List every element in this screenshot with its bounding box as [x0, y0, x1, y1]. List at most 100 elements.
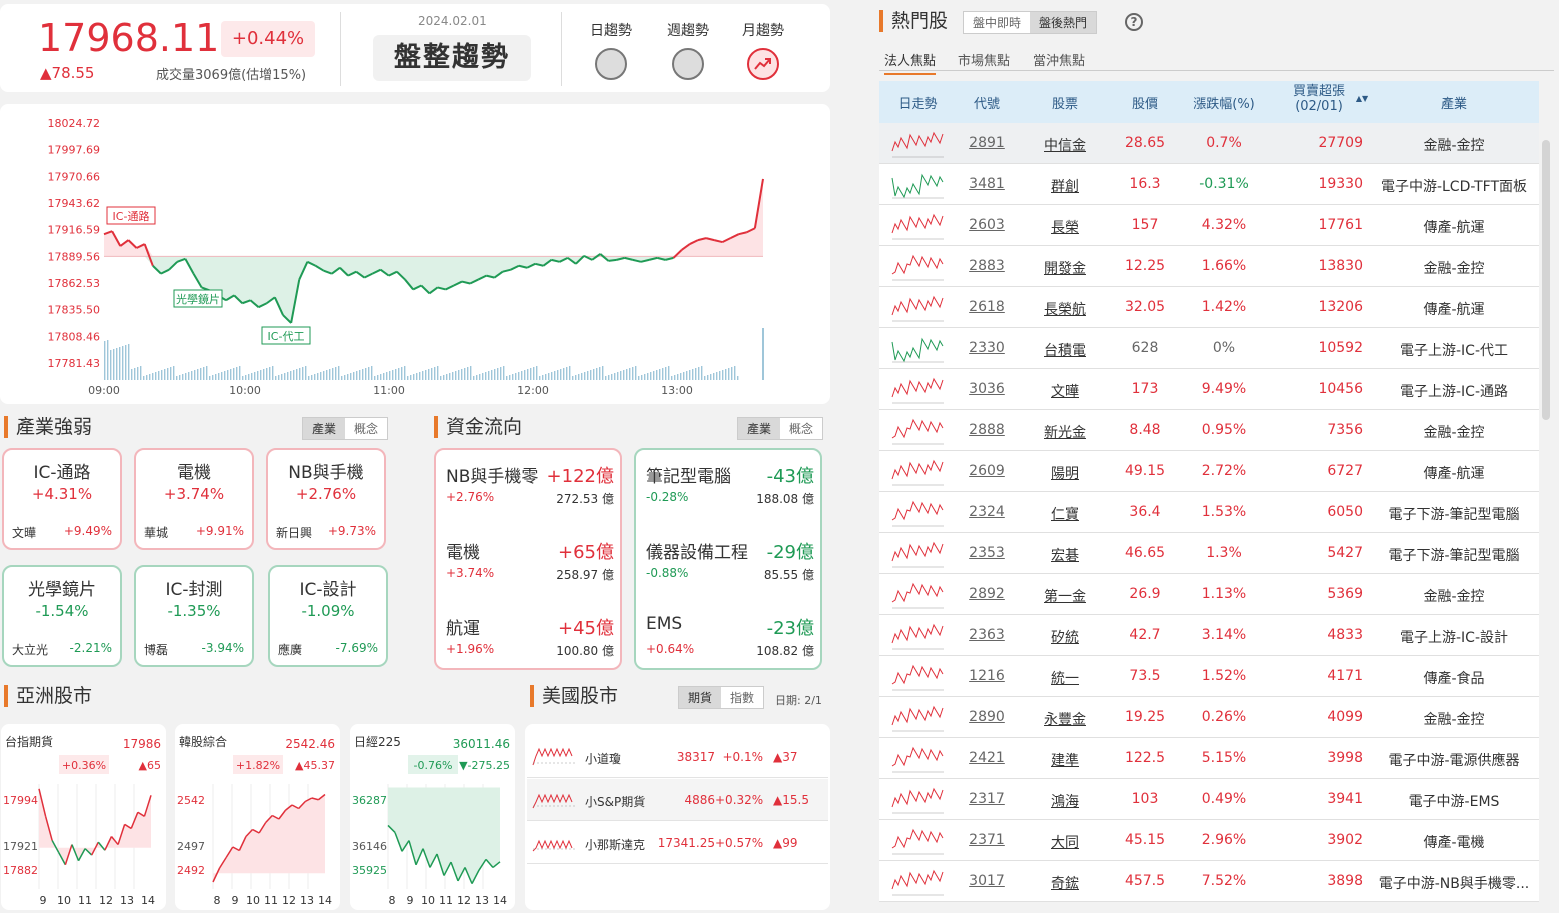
industry-tab[interactable]: 產業 [738, 418, 781, 439]
stock-name-link[interactable]: 陽明 [1027, 463, 1103, 483]
stock-code-link[interactable]: 3036 [957, 381, 1017, 397]
stock-name-link[interactable]: 宏碁 [1027, 545, 1103, 565]
table-row[interactable]: 2371 大同 45.15 2.96% 3902 傳產-電機 [879, 820, 1539, 861]
stock-name-link[interactable]: 台積電 [1027, 340, 1103, 360]
table-row[interactable]: 2883 開發金 12.25 1.66% 13830 金融-金控 [879, 246, 1539, 287]
industry-card[interactable]: NB與手機 +2.76% 新日興 +9.73% [266, 448, 386, 550]
stock-name-link[interactable]: 奇鋐 [1027, 873, 1103, 893]
scrollbar[interactable] [1542, 140, 1550, 420]
stock-name-link[interactable]: 新光金 [1027, 422, 1103, 442]
chart-annotation[interactable]: IC-代工 [261, 326, 311, 345]
industry-tab[interactable]: 產業 [303, 418, 346, 439]
concept-tab[interactable]: 概念 [780, 418, 823, 439]
stock-name-link[interactable]: 群創 [1027, 176, 1103, 196]
table-row[interactable]: 2324 仁寶 36.4 1.53% 6050 電子下游-筆記型電腦 [879, 492, 1539, 533]
asia-market-card[interactable]: 日經225 36011.46 -0.76% ▼-275.25 36287 36146 359… [350, 724, 515, 910]
flow-name: NB與手機零 [446, 467, 539, 487]
industry-card[interactable]: IC-封測 -1.35% 博磊 -3.94% [134, 565, 254, 667]
us-market-row[interactable]: 小S&P期貨 4886 +0.32% ▲15.5 [527, 779, 828, 821]
stock-name-link[interactable]: 統一 [1027, 668, 1103, 688]
stock-code-link[interactable]: 3481 [957, 176, 1017, 192]
stock-name-link[interactable]: 永豐金 [1027, 709, 1103, 729]
index-tab[interactable]: 指數 [721, 687, 764, 708]
inflow-box[interactable]: NB與手機零 +122億 +2.76% 272.53 億電機 +65億 +3.74% 258… [434, 448, 622, 670]
stock-code-link[interactable]: 2890 [957, 709, 1017, 725]
industry-card[interactable]: 電機 +3.74% 華城 +9.91% [134, 448, 254, 550]
table-row[interactable]: 2890 永豐金 19.25 0.26% 4099 金融-金控 [879, 697, 1539, 738]
stock-code-link[interactable]: 1216 [957, 668, 1017, 684]
stock-code-link[interactable]: 2317 [957, 791, 1017, 807]
table-row[interactable]: 2317 鴻海 103 0.49% 3941 電子中游-EMS [879, 779, 1539, 820]
industry-card[interactable]: IC-通路 +4.31% 文曄 +9.49% [2, 448, 122, 550]
stock-code-link[interactable]: 2330 [957, 340, 1017, 356]
chart-annotation[interactable]: 光學鏡片 [173, 289, 223, 308]
table-row[interactable]: 2330 台積電 628 0% 10592 電子上游-IC-代工 [879, 328, 1539, 369]
flow-row[interactable]: NB與手機零 +122億 +2.76% 272.53 億 [446, 462, 614, 522]
stock-name-link[interactable]: 大同 [1027, 832, 1103, 852]
table-row[interactable]: 2363 矽統 42.7 3.14% 4833 電子上游-IC-設計 [879, 615, 1539, 656]
asia-market-card[interactable]: 台指期貨 17986 +0.36% ▲65 17994 17921 17882 9 10 11 12… [1, 724, 166, 910]
stock-name-link[interactable]: 建準 [1027, 750, 1103, 770]
col-net-buy[interactable]: 買賣超張 (02/01) [1279, 84, 1359, 114]
stock-name-link[interactable]: 第一金 [1027, 586, 1103, 606]
outflow-box[interactable]: 筆記型電腦 -43億 -0.28% 188.08 億儀器設備工程 -29億 -0.88% 8… [634, 448, 822, 670]
stock-code-link[interactable]: 2603 [957, 217, 1017, 233]
futures-tab[interactable]: 期貨 [679, 687, 722, 708]
monthly-trend-indicator[interactable]: 月趨勢 [733, 20, 793, 80]
table-row[interactable]: 3036 文曄 173 9.49% 10456 電子上游-IC-通路 [879, 369, 1539, 410]
stock-code-link[interactable]: 2892 [957, 586, 1017, 602]
daily-trend-indicator[interactable]: 日趨勢 [581, 20, 641, 80]
tab-daytrade[interactable]: 當沖焦點 [1033, 50, 1085, 69]
table-row[interactable]: 2609 陽明 49.15 2.72% 6727 傳產-航運 [879, 451, 1539, 492]
chart-annotation[interactable]: IC-通路 [106, 206, 156, 225]
stock-code-link[interactable]: 2609 [957, 463, 1017, 479]
table-row[interactable]: 2421 建準 122.5 5.15% 3998 電子中游-電源供應器 [879, 738, 1539, 779]
table-row[interactable]: 2618 長榮航 32.05 1.42% 13206 傳產-航運 [879, 287, 1539, 328]
flow-row[interactable]: EMS -23億 +0.64% 108.82 億 [646, 614, 814, 674]
stock-name-link[interactable]: 仁寶 [1027, 504, 1103, 524]
flow-row[interactable]: 電機 +65億 +3.74% 258.97 億 [446, 538, 614, 598]
stock-name-link[interactable]: 文曄 [1027, 381, 1103, 401]
us-market-row[interactable]: 小道瓊 38317 +0.1% ▲37 [527, 736, 828, 778]
stock-code-link[interactable]: 2888 [957, 422, 1017, 438]
stock-code-link[interactable]: 2353 [957, 545, 1017, 561]
stock-code-link[interactable]: 2891 [957, 135, 1017, 151]
stock-code-link[interactable]: 2618 [957, 299, 1017, 315]
concept-tab[interactable]: 概念 [345, 418, 388, 439]
stock-code-link[interactable]: 2883 [957, 258, 1017, 274]
table-row[interactable]: 2603 長榮 157 4.32% 17761 傳產-航運 [879, 205, 1539, 246]
asia-market-card[interactable]: 韓股綜合 2542.46 +1.82% ▲45.37 2542 2497 2492 8 9 10 1… [175, 724, 340, 910]
stock-name-link[interactable]: 長榮航 [1027, 299, 1103, 319]
stock-code-link[interactable]: 3017 [957, 873, 1017, 889]
industry-card[interactable]: 光學鏡片 -1.54% 大立光 -2.21% [2, 565, 122, 667]
industry-card[interactable]: IC-設計 -1.09% 應廣 -7.69% [268, 565, 388, 667]
intraday-tab[interactable]: 盤中即時 [964, 12, 1031, 33]
stock-name-link[interactable]: 鴻海 [1027, 791, 1103, 811]
flow-row[interactable]: 筆記型電腦 -43億 -0.28% 188.08 億 [646, 462, 814, 522]
stock-name-link[interactable]: 中信金 [1027, 135, 1103, 155]
flow-row[interactable]: 儀器設備工程 -29億 -0.88% 85.55 億 [646, 538, 814, 598]
table-row[interactable]: 2891 中信金 28.65 0.7% 27709 金融-金控 [879, 123, 1539, 164]
stock-code-link[interactable]: 2421 [957, 750, 1017, 766]
tab-market[interactable]: 市場焦點 [958, 50, 1010, 69]
table-row[interactable]: 2892 第一金 26.9 1.13% 5369 金融-金控 [879, 574, 1539, 615]
stock-name-link[interactable]: 長榮 [1027, 217, 1103, 237]
sort-icon[interactable]: ▲▼ [1355, 95, 1369, 103]
stock-code-link[interactable]: 2371 [957, 832, 1017, 848]
stock-code-link[interactable]: 2363 [957, 627, 1017, 643]
table-row[interactable]: 1216 統一 73.5 1.52% 4171 傳產-食品 [879, 656, 1539, 697]
table-row[interactable]: 2353 宏碁 46.65 1.3% 5427 電子下游-筆記型電腦 [879, 533, 1539, 574]
table-row[interactable]: 3481 群創 16.3 -0.31% 19330 電子中游-LCD-TFT面板 [879, 164, 1539, 205]
help-icon[interactable]: ? [1125, 13, 1143, 31]
stock-name-link[interactable]: 開發金 [1027, 258, 1103, 278]
volume-bar [374, 376, 376, 380]
flow-row[interactable]: 航運 +45億 +1.96% 100.80 億 [446, 614, 614, 674]
after-hours-tab[interactable]: 盤後熱門 [1030, 12, 1097, 33]
us-market-row[interactable]: 小那斯達克 17341.25 +0.57% ▲99 [527, 822, 828, 864]
tab-institutional[interactable]: 法人焦點 [884, 50, 937, 75]
table-row[interactable]: 2888 新光金 8.48 0.95% 7356 金融-金控 [879, 410, 1539, 451]
weekly-trend-indicator[interactable]: 週趨勢 [658, 20, 718, 80]
stock-name-link[interactable]: 矽統 [1027, 627, 1103, 647]
stock-code-link[interactable]: 2324 [957, 504, 1017, 520]
table-row[interactable]: 3017 奇鋐 457.5 7.52% 3898 電子中游-NB與手機零... [879, 861, 1539, 902]
